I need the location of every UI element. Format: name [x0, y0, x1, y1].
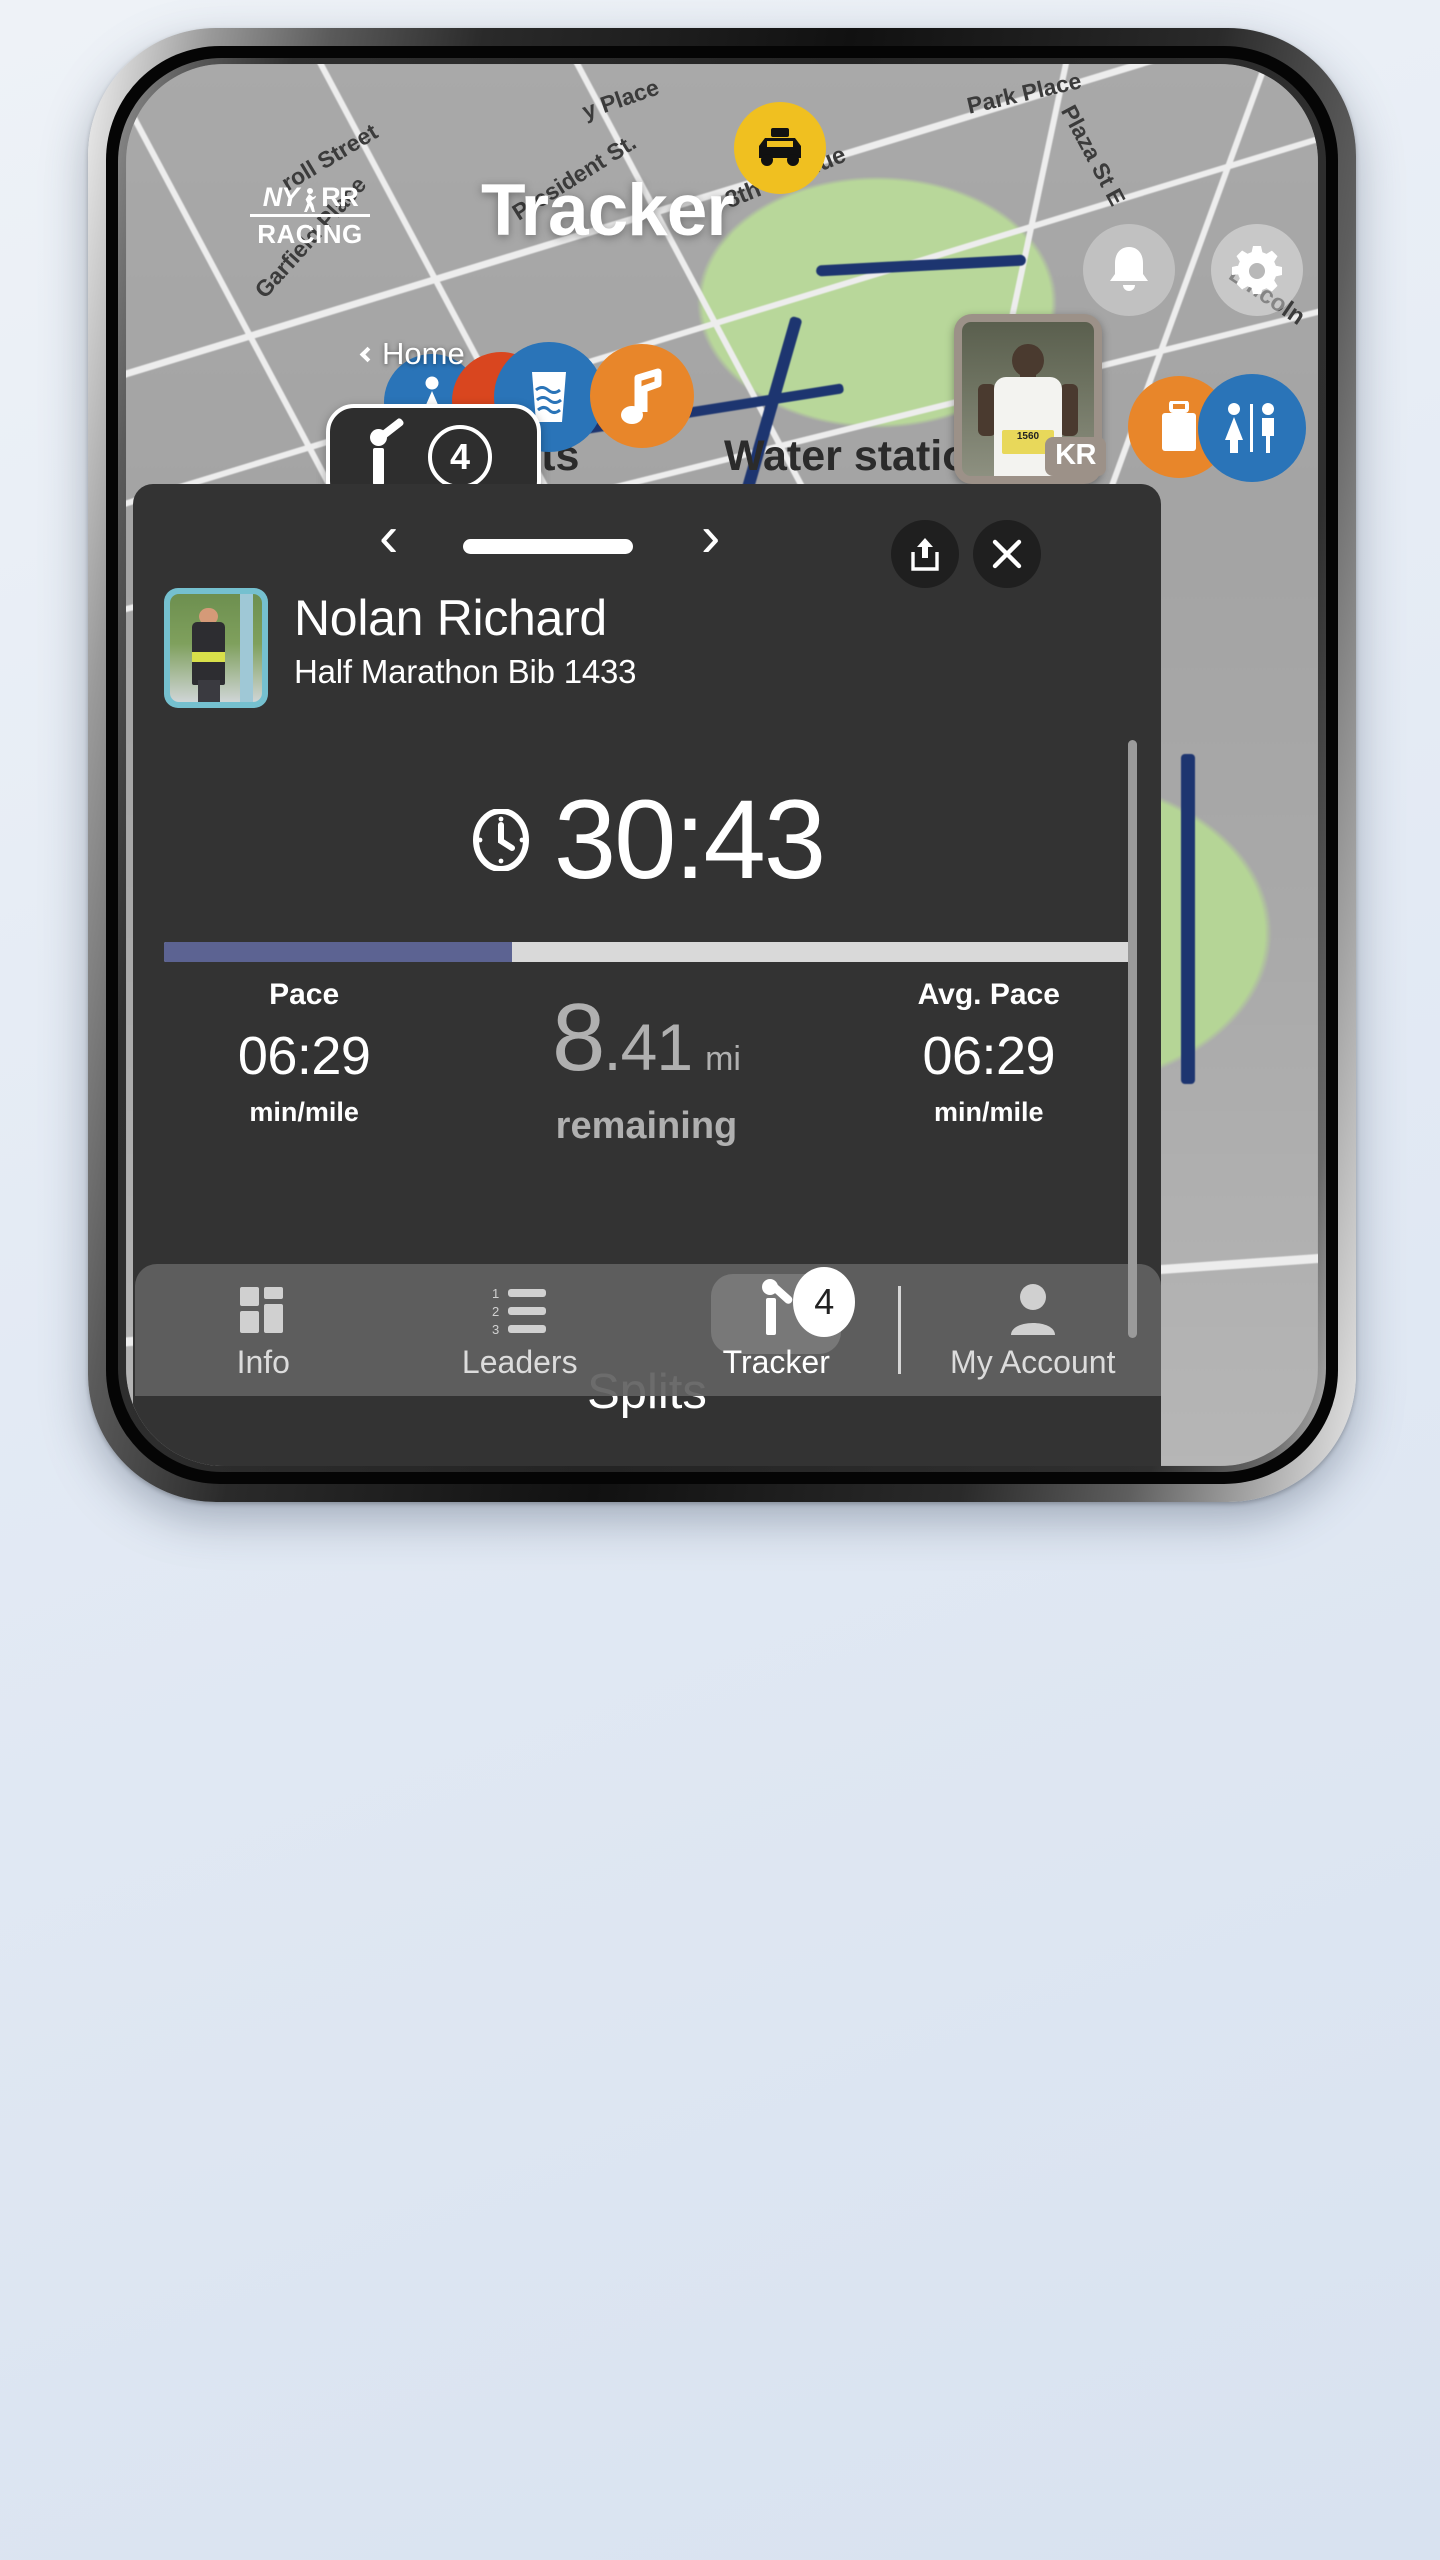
elapsed-timer: 30:43: [133, 784, 1161, 896]
brand-runner-icon: [301, 188, 318, 213]
previous-runner-button[interactable]: ‹: [379, 508, 398, 566]
current-pace-stat: Pace 06:29 min/mile: [133, 978, 475, 1148]
runner-name: Nolan Richard: [294, 590, 607, 646]
brand-racing-text: RACING: [257, 218, 363, 249]
restroom-pair-icon: [1225, 403, 1274, 453]
remaining-unit: mi: [705, 1040, 741, 1078]
bottom-navigation: Info 1 2 3 Leaders 4 Tracker My Account: [135, 1264, 1161, 1396]
close-icon: [992, 539, 1022, 569]
phone-screen: roll Street Garfield Place y Place Presi…: [126, 64, 1318, 1466]
nav-label-tracker: Tracker: [722, 1344, 830, 1380]
app-header: NY RR RACING Tracker Home: [126, 64, 1318, 371]
pace-unit: min/mile: [249, 1097, 359, 1127]
brand-divider: [250, 214, 370, 217]
avg-pace-unit: min/mile: [934, 1097, 1044, 1127]
panel-scrollbar[interactable]: [1128, 740, 1137, 1338]
ranked-list-icon: 1 2 3: [492, 1279, 548, 1335]
nav-item-tracker[interactable]: 4 Tracker: [648, 1264, 905, 1396]
brand-ny-text: NY: [262, 182, 300, 212]
remaining-whole: 8: [551, 984, 605, 1091]
brand-rr-text: RR: [321, 182, 359, 212]
svg-text:1: 1: [492, 1286, 499, 1301]
share-icon: [911, 538, 939, 571]
panel-drag-handle[interactable]: [463, 539, 633, 554]
avg-pace-value: 06:29: [922, 1026, 1056, 1086]
bell-icon: [1110, 247, 1148, 291]
music-note-icon: [621, 368, 662, 424]
notifications-button[interactable]: [1083, 224, 1175, 316]
nav-item-info[interactable]: Info: [135, 1264, 392, 1396]
gear-icon: [1232, 246, 1282, 294]
nyrr-racing-logo[interactable]: NY RR RACING: [246, 182, 374, 250]
next-runner-button[interactable]: ›: [701, 508, 720, 566]
map-route: [1181, 754, 1195, 1084]
elapsed-time-value: 30:43: [553, 777, 826, 902]
remaining-caption: remaining: [555, 1105, 738, 1148]
runner-map-marker[interactable]: 1560 KR: [954, 314, 1106, 484]
dashboard-icon: [238, 1279, 288, 1335]
runner-event-bib: Half Marathon Bib 1433: [294, 653, 637, 690]
race-progress-fill: [164, 942, 512, 962]
pace-value: 06:29: [237, 1026, 371, 1086]
person-icon: [1008, 1279, 1058, 1335]
close-button[interactable]: [973, 520, 1041, 588]
page-title: Tracker: [481, 170, 735, 251]
nav-item-leaders[interactable]: 1 2 3 Leaders: [392, 1264, 649, 1396]
avg-pace-label: Avg. Pace: [917, 978, 1060, 1011]
runner-marker-tag: KR: [1045, 437, 1106, 476]
distance-remaining-stat: 8 .41 mi remaining: [475, 978, 817, 1148]
runner-identity: Nolan Richard Half Marathon Bib 1433: [164, 588, 637, 708]
runner-avatar[interactable]: [164, 588, 268, 708]
runner-count-badge: 4: [428, 424, 492, 489]
home-label: Home: [382, 336, 465, 371]
nav-label-leaders: Leaders: [461, 1344, 578, 1380]
home-back-link[interactable]: Home: [359, 336, 465, 372]
nav-label-info: Info: [236, 1344, 290, 1380]
pace-label: Pace: [269, 978, 340, 1011]
share-button[interactable]: [891, 520, 959, 588]
pace-stats: Pace 06:29 min/mile 8 .41 mi remaining A…: [133, 978, 1161, 1148]
nav-item-my-account[interactable]: My Account: [905, 1264, 1162, 1396]
race-progress-bar: [164, 942, 1130, 962]
suitcase-icon: [1162, 401, 1196, 451]
nav-label-my-account: My Account: [950, 1344, 1116, 1380]
restrooms-marker[interactable]: [1198, 374, 1306, 482]
chevron-left-icon: [359, 346, 376, 362]
nav-divider: [898, 1286, 901, 1374]
panel-navigation: ‹ ›: [133, 484, 1161, 602]
average-pace-stat: Avg. Pace 06:29 min/mile: [818, 978, 1160, 1148]
music-marker[interactable]: [590, 344, 694, 448]
remaining-decimal: .41: [603, 1010, 693, 1084]
svg-text:3: 3: [492, 1322, 499, 1335]
svg-text:2: 2: [492, 1304, 499, 1319]
runner-icon: [362, 416, 408, 485]
clock-icon: [472, 809, 529, 871]
tracker-badge: 4: [793, 1267, 856, 1337]
settings-button[interactable]: [1211, 224, 1303, 316]
